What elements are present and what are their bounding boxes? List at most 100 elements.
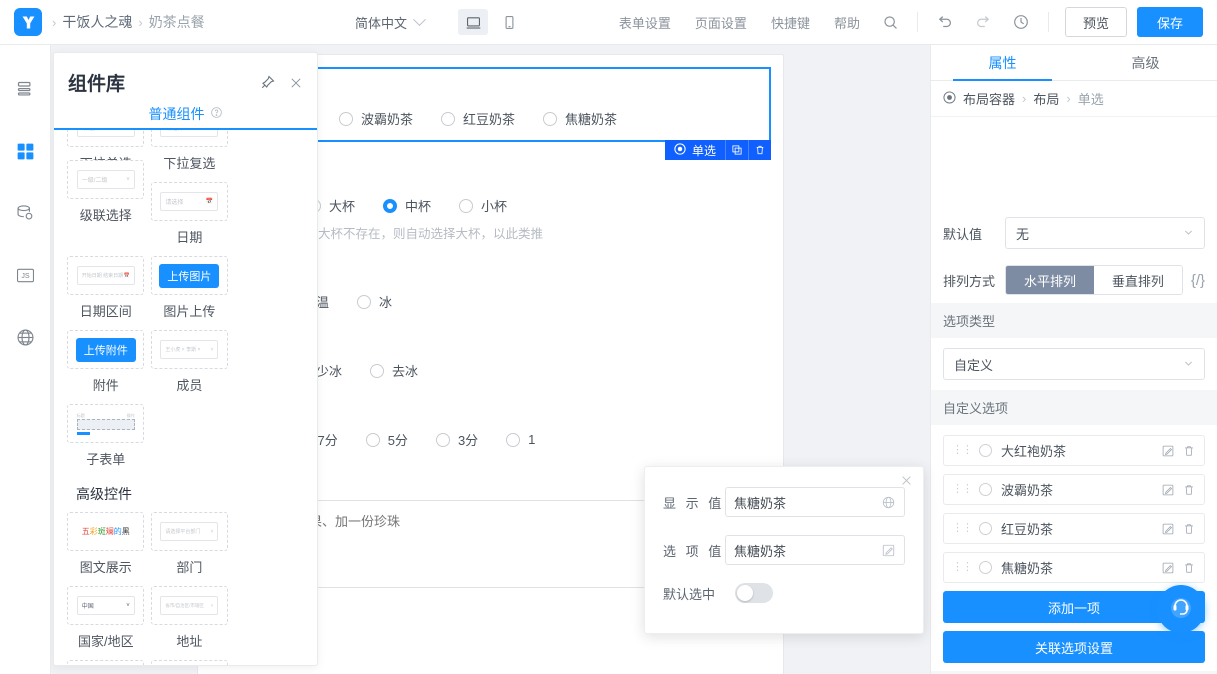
radio-icon[interactable] xyxy=(383,199,397,213)
component-item[interactable]: 一级/二级˅ 级联选择 xyxy=(65,160,147,246)
radio-option[interactable]: 3分 xyxy=(436,430,478,449)
field-type-badge[interactable]: 单选 xyxy=(665,140,725,160)
component-item[interactable]: 请选择平台部门˅ 部门 xyxy=(149,512,231,576)
edit-icon[interactable] xyxy=(1161,522,1175,536)
tab-normal-components[interactable]: 普通组件 xyxy=(149,104,205,124)
option-list-item[interactable]: ⋮⋮ 大红袍奶茶 xyxy=(943,435,1205,466)
component-item[interactable]: 标题操作 子表单 xyxy=(65,404,147,468)
radio-icon[interactable] xyxy=(436,433,450,447)
drag-handle-icon[interactable]: ⋮⋮ xyxy=(952,565,972,570)
relation-settings-button[interactable]: 关联选项设置 xyxy=(943,631,1205,663)
help-link[interactable]: 帮助 xyxy=(822,13,872,32)
component-item[interactable]: 上传图片 图片上传 xyxy=(149,256,231,320)
history-icon[interactable] xyxy=(1002,13,1040,31)
chat-support-button[interactable] xyxy=(1157,585,1205,633)
radio-option[interactable]: 红豆奶茶 xyxy=(441,109,515,128)
language-selector[interactable]: 简体中文 xyxy=(355,13,424,32)
display-value-input[interactable]: 焦糖奶茶 xyxy=(725,487,905,517)
close-icon[interactable] xyxy=(900,474,913,490)
delete-icon[interactable] xyxy=(1182,522,1196,536)
mobile-view-button[interactable] xyxy=(494,9,524,35)
component-item[interactable]: 五彩斑斓的黑 图文展示 xyxy=(65,512,147,576)
desktop-view-button[interactable] xyxy=(458,9,488,35)
delete-icon[interactable] xyxy=(1182,444,1196,458)
breadcrumb-item-container[interactable]: 布局容器 xyxy=(963,89,1015,108)
undo-icon[interactable] xyxy=(926,13,964,31)
drag-handle-icon[interactable]: ⋮⋮ xyxy=(952,526,972,531)
radio-icon[interactable] xyxy=(339,112,353,126)
preview-button[interactable]: 预览 xyxy=(1065,7,1127,37)
radio-option[interactable]: 中杯 xyxy=(383,196,431,215)
radio-icon[interactable] xyxy=(506,433,520,447)
component-item[interactable]: 王小虎 × 李斯 ×˅ 成员 xyxy=(149,330,231,394)
option-type-select[interactable]: 自定义 xyxy=(943,348,1205,380)
radio-option[interactable]: 焦糖奶茶 xyxy=(543,109,617,128)
component-item[interactable]: 请选择˅ 下拉复选 xyxy=(149,130,231,172)
radio-option[interactable]: 小杯 xyxy=(459,196,507,215)
edit-icon[interactable] xyxy=(881,543,896,558)
component-item[interactable]: 正文 富文本 xyxy=(65,660,147,666)
globe-icon[interactable] xyxy=(881,495,896,510)
edit-icon[interactable] xyxy=(1161,483,1175,497)
component-item[interactable]: 开始日期 结束日期📅 日期区间 xyxy=(65,256,147,320)
shortcuts-link[interactable]: 快捷键 xyxy=(759,13,822,32)
component-thumbnail xyxy=(151,660,228,666)
search-icon[interactable] xyxy=(872,14,909,31)
radio-icon[interactable] xyxy=(459,199,473,213)
radio-option[interactable]: 波霸奶茶 xyxy=(339,109,413,128)
form-list-icon[interactable] xyxy=(11,75,39,103)
component-item[interactable]: 中国˅ 国家/地区 xyxy=(65,586,147,650)
option-list-item[interactable]: ⋮⋮ 波霸奶茶 xyxy=(943,474,1205,505)
option-list-item[interactable]: ⋮⋮ 焦糖奶茶 xyxy=(943,552,1205,583)
copy-icon[interactable] xyxy=(725,140,748,160)
option-value-input[interactable]: 焦糖奶茶 xyxy=(725,535,905,565)
radio-option[interactable]: 1 xyxy=(506,432,535,447)
component-item[interactable]: 省市/自治区/市辖区˅ 地址 xyxy=(149,586,231,650)
option-list-item[interactable]: ⋮⋮ 红豆奶茶 xyxy=(943,513,1205,544)
breadcrumb-item-form[interactable]: 奶茶点餐 xyxy=(149,12,205,32)
code-binding-icon[interactable]: {/} xyxy=(1191,272,1205,289)
radio-option[interactable]: 去冰 xyxy=(370,361,418,380)
radio-icon[interactable] xyxy=(543,112,557,126)
delete-icon[interactable] xyxy=(1182,483,1196,497)
radio-option[interactable]: 冰 xyxy=(357,292,392,311)
radio-option[interactable]: 5分 xyxy=(366,430,408,449)
form-settings-link[interactable]: 表单设置 xyxy=(607,13,683,32)
tab-advanced[interactable]: 高级 xyxy=(1074,45,1217,80)
delete-icon[interactable] xyxy=(748,140,771,160)
component-item[interactable]: 上传附件 附件 xyxy=(65,330,147,394)
help-icon[interactable] xyxy=(210,106,223,122)
radio-icon[interactable] xyxy=(441,112,455,126)
data-source-icon[interactable] xyxy=(11,199,39,227)
radio-icon[interactable] xyxy=(366,433,380,447)
arrangement-segmented-control[interactable]: 水平排列 垂直排列 xyxy=(1005,265,1183,295)
app-logo[interactable] xyxy=(14,8,42,36)
thumb-text: 请选择 xyxy=(165,197,183,206)
radio-icon[interactable] xyxy=(370,364,384,378)
globe-icon[interactable] xyxy=(11,323,39,351)
components-grid-icon[interactable] xyxy=(11,137,39,165)
redo-icon[interactable] xyxy=(964,13,1002,31)
edit-icon[interactable] xyxy=(1161,561,1175,575)
page-settings-link[interactable]: 页面设置 xyxy=(683,13,759,32)
default-checked-toggle[interactable] xyxy=(735,583,773,603)
pin-icon[interactable] xyxy=(260,75,275,90)
drag-handle-icon[interactable]: ⋮⋮ xyxy=(952,448,972,453)
js-code-icon[interactable]: JS xyxy=(11,261,39,289)
drag-handle-icon[interactable]: ⋮⋮ xyxy=(952,487,972,492)
edit-icon[interactable] xyxy=(1161,444,1175,458)
component-library-scroll[interactable]: 请选择˅ 下拉单选 请选择˅ 下拉复选 一级/二级˅ 级联选择 请选择📅 日期 … xyxy=(54,130,317,666)
breadcrumb-item-project[interactable]: 干饭人之魂 xyxy=(62,12,132,32)
arrangement-option-vertical[interactable]: 垂直排列 xyxy=(1094,266,1182,294)
default-value-select[interactable]: 无 xyxy=(1005,217,1205,249)
radio-icon[interactable] xyxy=(357,295,371,309)
component-item[interactable]: 布局容器 xyxy=(149,660,231,666)
breadcrumb-item-layout[interactable]: 布局 xyxy=(1033,89,1059,108)
close-icon[interactable] xyxy=(289,76,303,90)
component-item[interactable]: 请选择📅 日期 xyxy=(149,182,231,246)
save-button[interactable]: 保存 xyxy=(1137,7,1203,37)
tab-properties[interactable]: 属性 xyxy=(931,45,1074,80)
delete-icon[interactable] xyxy=(1182,561,1196,575)
breadcrumb-item-radio[interactable]: 单选 xyxy=(1078,89,1104,108)
arrangement-option-horizontal[interactable]: 水平排列 xyxy=(1006,266,1094,294)
